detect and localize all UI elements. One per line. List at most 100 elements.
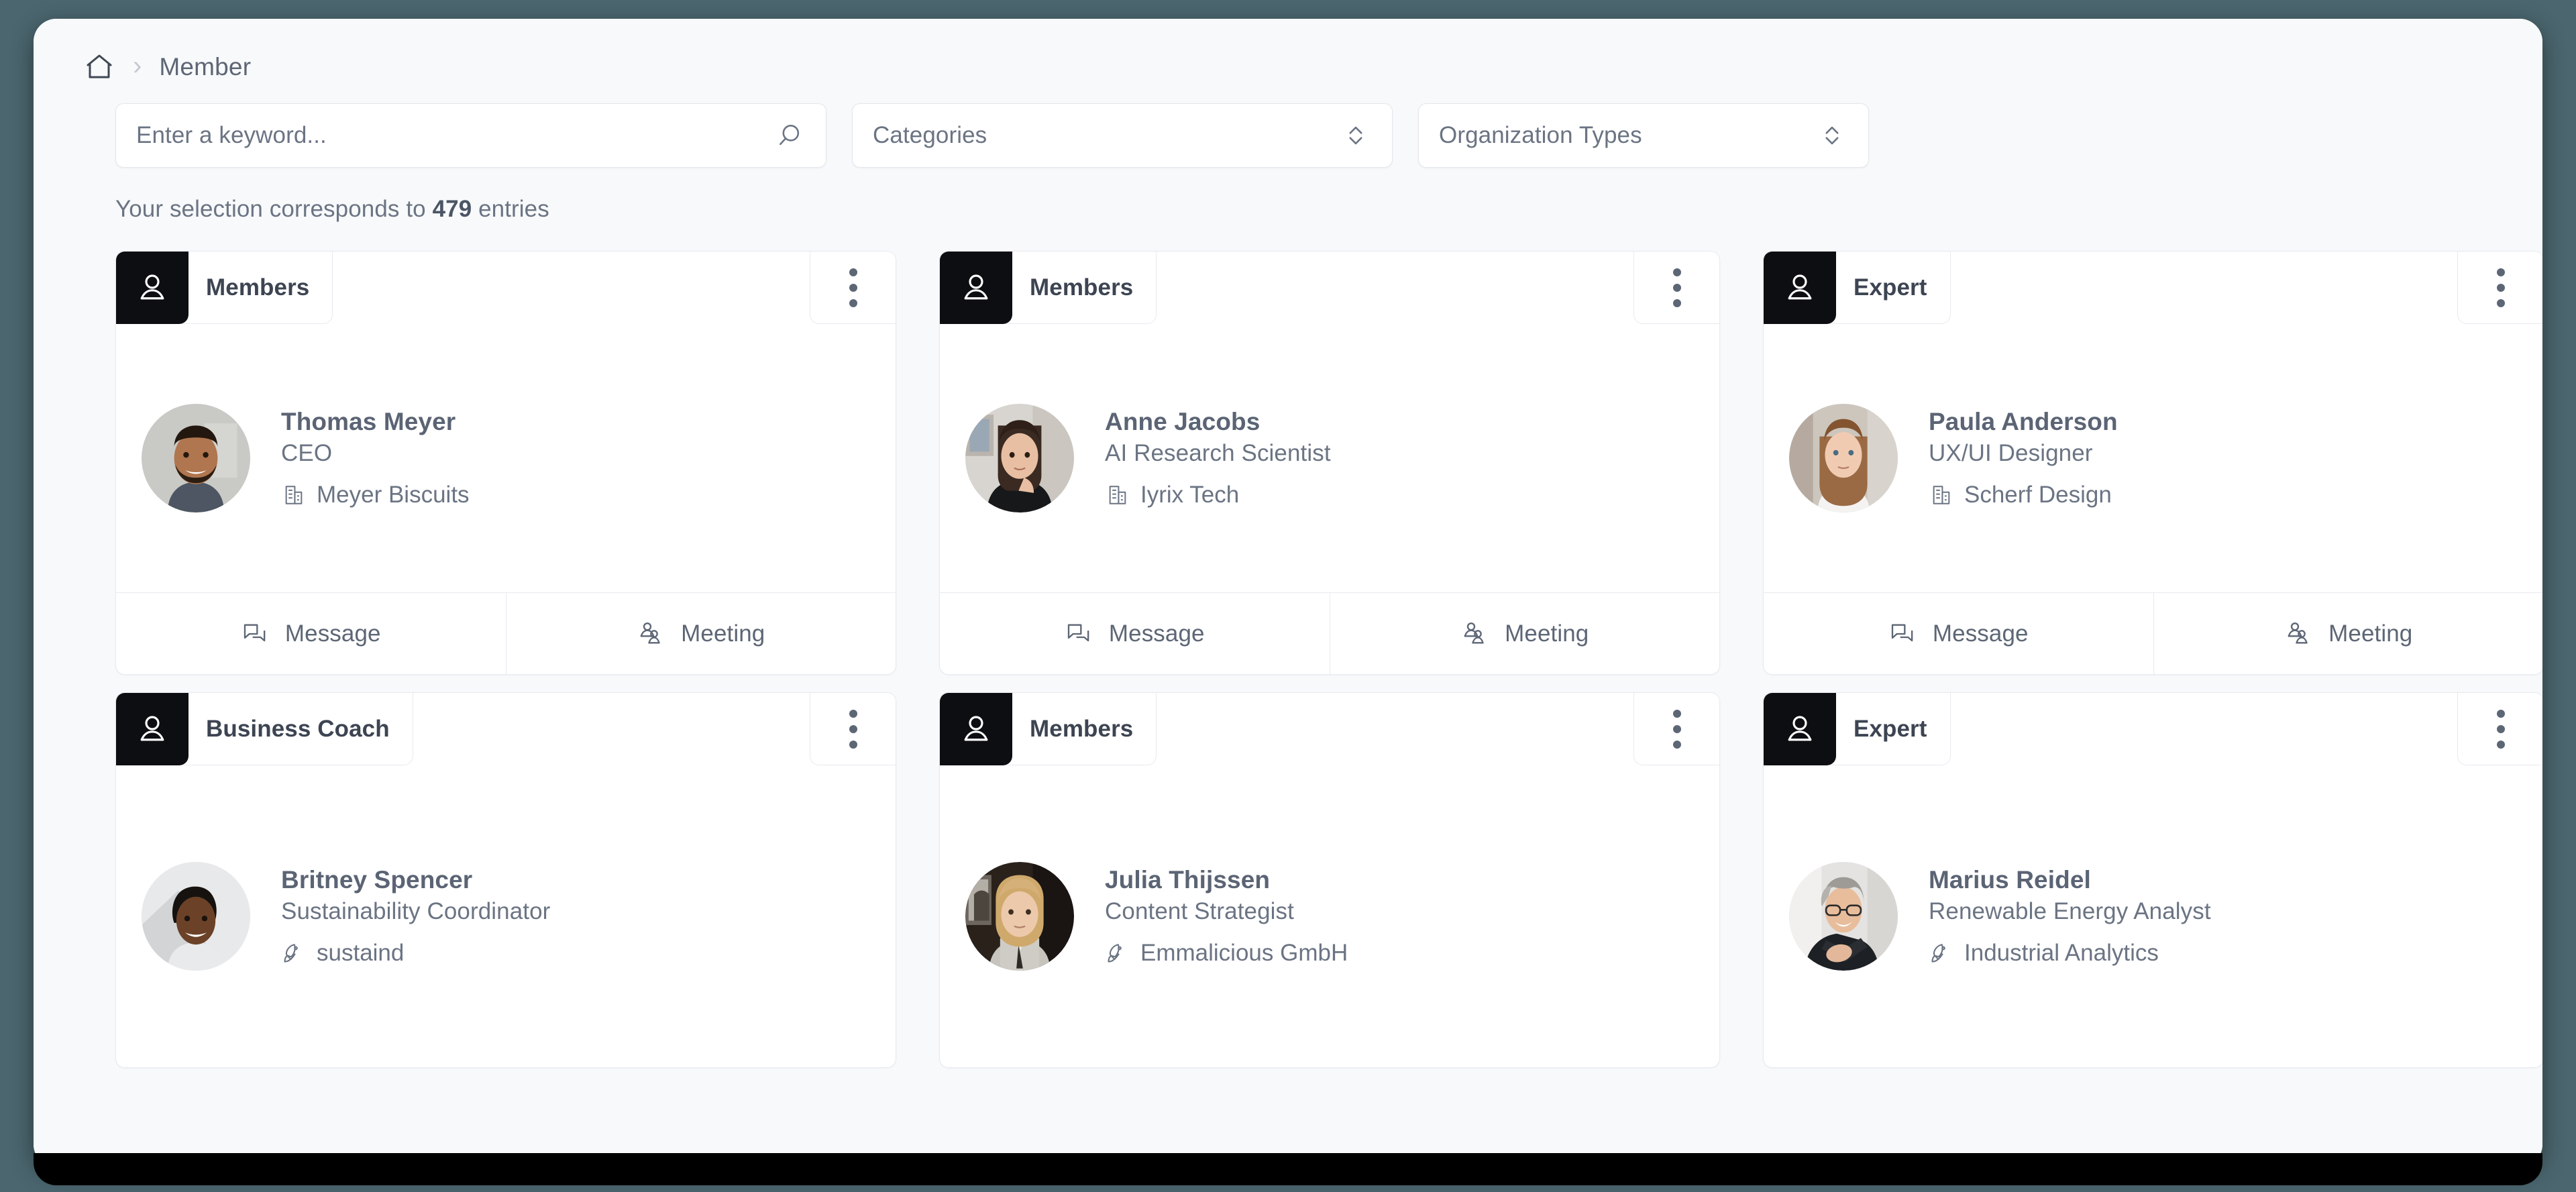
kebab-menu-icon[interactable]	[2457, 693, 2542, 765]
card-header: Expert	[1764, 693, 2542, 765]
results-count: Your selection corresponds to 479 entrie…	[34, 168, 2542, 223]
home-icon[interactable]	[83, 51, 115, 83]
person-organization: Iyrix Tech	[1105, 482, 1331, 508]
person-organization-label: Meyer Biscuits	[317, 482, 470, 508]
person-organization: Emmalicious GmbH	[1105, 940, 1348, 967]
kebab-menu-icon[interactable]	[1633, 252, 1719, 324]
card-header-spacer	[413, 693, 810, 765]
breadcrumb-separator-icon: ›	[133, 51, 142, 80]
results-count-suffix: entries	[478, 196, 549, 222]
card-type-label: Members	[1030, 274, 1134, 301]
card-header-spacer	[1157, 693, 1633, 765]
card-footer: Message Meeting	[940, 592, 1719, 674]
message-button[interactable]: Message	[116, 593, 506, 674]
member-card[interactable]: Business Coach Britney Spencer Sustainab…	[115, 692, 896, 1068]
card-header-spacer	[1951, 252, 2457, 324]
person-name: Thomas Meyer	[281, 408, 456, 435]
person-info: Britney Spencer Sustainability Coordinat…	[281, 866, 550, 967]
chevron-up-down-icon[interactable]	[1816, 119, 1848, 152]
person-info: Anne Jacobs AI Research Scientist Iyrix …	[1105, 408, 1331, 508]
organization-types-select-label: Organization Types	[1439, 122, 1642, 148]
page-viewport: › Member Enter a keyword... Categories O…	[34, 19, 2542, 1167]
card-header: Business Coach	[116, 693, 896, 765]
chevron-up-down-icon[interactable]	[1340, 119, 1372, 152]
member-card[interactable]: Members	[939, 251, 1720, 675]
rocket-icon	[1105, 940, 1130, 966]
building-icon	[1929, 482, 1954, 508]
breadcrumb-current-page: Member	[159, 53, 252, 80]
member-card[interactable]: Members	[939, 692, 1720, 1068]
member-card-grid: Members Thomas Meyer CEO Meyer Biscuits …	[34, 223, 2542, 1068]
card-header-spacer	[1951, 693, 2457, 765]
meeting-button[interactable]: Meeting	[505, 593, 896, 674]
person-icon	[940, 693, 1012, 765]
person-name: Anne Jacobs	[1105, 408, 1260, 435]
card-header: Members	[940, 252, 1719, 324]
person-organization: Meyer Biscuits	[281, 482, 470, 508]
card-header: Members	[116, 252, 896, 324]
meeting-button-label: Meeting	[1505, 620, 1589, 647]
kebab-menu-icon[interactable]	[810, 693, 896, 765]
person-role: Sustainability Coordinator	[281, 898, 551, 924]
message-button[interactable]: Message	[1764, 593, 2153, 674]
card-type-badge: Members	[116, 252, 333, 324]
card-footer: Message Meeting	[116, 592, 896, 674]
card-body: Julia Thijssen Content Strategist Emmali…	[940, 765, 1719, 1067]
member-card[interactable]: Expert	[1763, 251, 2542, 675]
card-type-badge: Expert	[1764, 252, 1951, 324]
people-icon	[1460, 620, 1489, 648]
card-type-badge: Expert	[1764, 693, 1951, 765]
message-button[interactable]: Message	[940, 593, 1330, 674]
person-icon	[116, 693, 189, 765]
kebab-menu-icon[interactable]	[810, 252, 896, 324]
avatar	[965, 404, 1074, 512]
categories-select[interactable]: Categories	[852, 103, 1393, 168]
avatar	[965, 862, 1074, 971]
person-role: Renewable Energy Analyst	[1929, 898, 2211, 924]
person-organization-label: Emmalicious GmbH	[1140, 940, 1348, 966]
member-card[interactable]: Members	[115, 251, 896, 675]
window-bottom-bar	[34, 1153, 2542, 1185]
person-icon	[940, 252, 1012, 324]
kebab-menu-icon[interactable]	[2457, 252, 2542, 324]
person-name: Marius Reidel	[1929, 866, 2091, 893]
chat-bubble-icon	[241, 620, 269, 648]
person-organization: Scherf Design	[1929, 482, 2118, 508]
chat-bubble-icon	[1065, 620, 1093, 648]
card-body: Britney Spencer Sustainability Coordinat…	[116, 765, 896, 1067]
meeting-button[interactable]: Meeting	[2153, 593, 2543, 674]
person-name: Paula Anderson	[1929, 408, 2118, 435]
card-type-label: Members	[1030, 715, 1134, 742]
card-footer: Message Meeting	[1764, 592, 2542, 674]
organization-types-select[interactable]: Organization Types	[1418, 103, 1869, 168]
card-type-label: Expert	[1854, 274, 1927, 301]
search-placeholder: Enter a keyword...	[136, 122, 327, 148]
card-body: Anne Jacobs AI Research Scientist Iyrix …	[940, 324, 1719, 592]
card-type-badge: Business Coach	[116, 693, 413, 765]
person-role: CEO	[281, 440, 333, 466]
card-body: Marius Reidel Renewable Energy Analyst I…	[1764, 765, 2542, 1067]
search-input[interactable]: Enter a keyword...	[115, 103, 826, 168]
avatar	[1789, 862, 1898, 971]
message-button-label: Message	[1108, 620, 1205, 647]
card-header-spacer	[333, 252, 810, 324]
member-card[interactable]: Expert	[1763, 692, 2542, 1068]
categories-select-label: Categories	[873, 122, 987, 148]
person-organization-label: Scherf Design	[1964, 482, 2112, 508]
card-type-label: Expert	[1854, 715, 1927, 742]
avatar	[142, 862, 250, 971]
message-button-label: Message	[284, 620, 381, 647]
person-organization: sustaind	[281, 940, 550, 967]
person-info: Marius Reidel Renewable Energy Analyst I…	[1929, 866, 2211, 967]
card-header-spacer	[1157, 252, 1633, 324]
kebab-menu-icon[interactable]	[1633, 693, 1719, 765]
people-icon	[2284, 620, 2312, 648]
avatar	[1789, 404, 1898, 512]
person-organization-label: sustaind	[317, 940, 405, 966]
people-icon	[637, 620, 665, 648]
person-info: Thomas Meyer CEO Meyer Biscuits	[281, 408, 470, 508]
search-icon[interactable]	[773, 119, 806, 152]
person-role: UX/UI Designer	[1929, 440, 2093, 466]
meeting-button[interactable]: Meeting	[1329, 593, 1720, 674]
meeting-button-label: Meeting	[2328, 620, 2413, 647]
